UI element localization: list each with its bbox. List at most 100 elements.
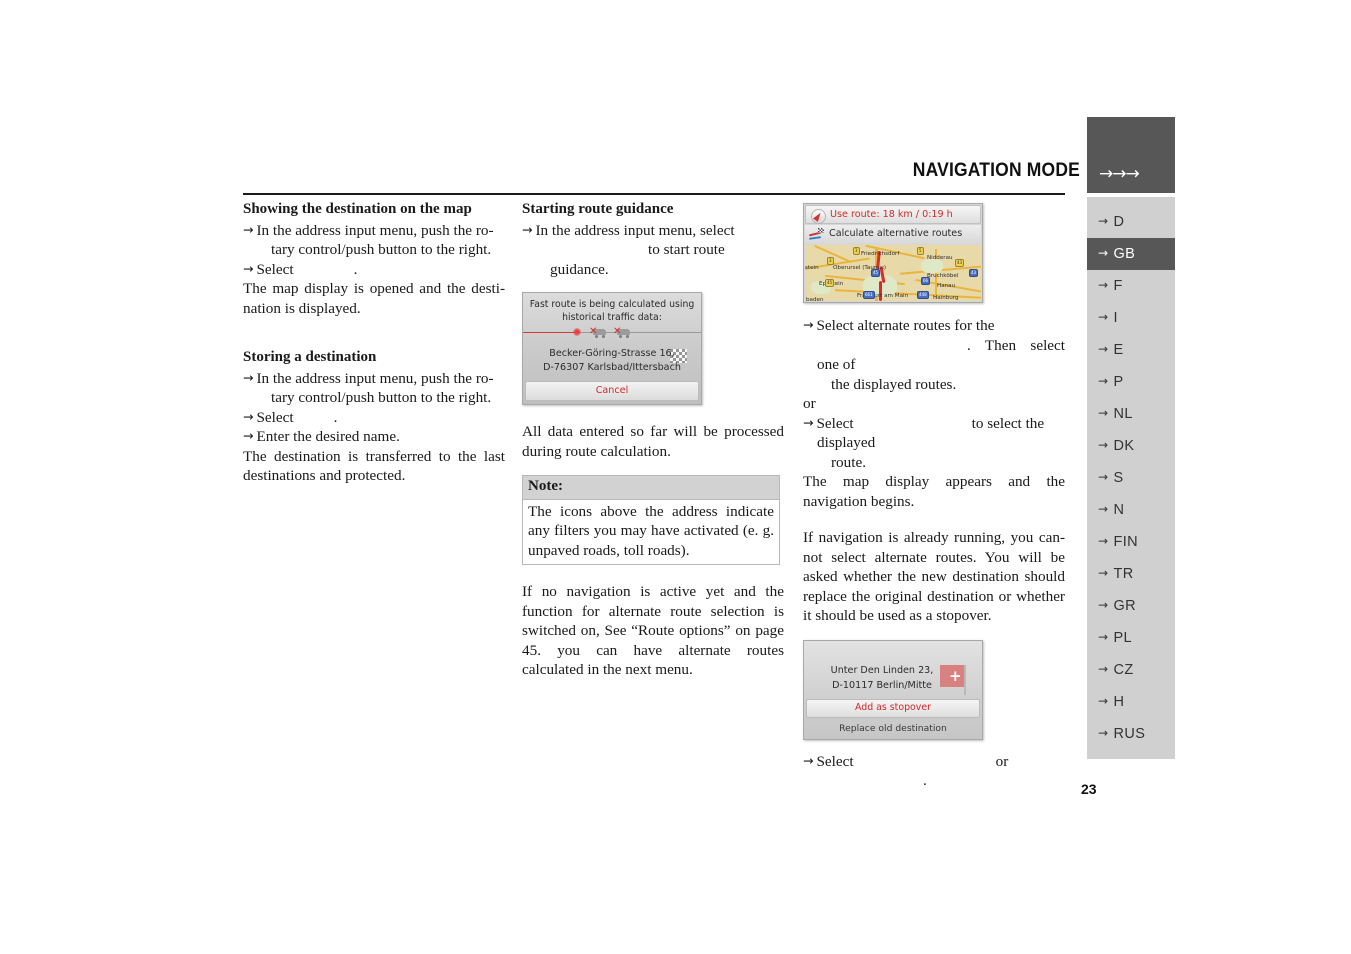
step-text-continued: to start route guidance. <box>536 240 784 279</box>
sidebar-item-dk[interactable]: → DK <box>1087 430 1175 462</box>
step-text: Select <box>256 260 294 278</box>
step-text: In the address input menu, select <box>535 221 735 239</box>
sidebar-arrow-icon: → <box>1098 470 1109 484</box>
step-text: Select <box>256 408 294 426</box>
sidebar-arrow-icon: → <box>1098 662 1109 676</box>
use-route-button[interactable]: Use route: 18 km / 0:19 h <box>805 205 981 224</box>
content-column-1: Showing the destination on the map → In t… <box>243 200 505 486</box>
sidebar-item-n[interactable]: → N <box>1087 494 1175 526</box>
step-text-continued: route. <box>831 453 867 471</box>
map-preview[interactable]: Friedrichsdorf Nidderau Oberursel (Taunu… <box>805 245 981 301</box>
calc-address-line-2: D-76307 Karlsbad/Ittersbach <box>543 362 681 373</box>
step-arrow-icon: → <box>243 428 254 443</box>
route-calculation-dialog-screenshot: Fast route is being calculated using his… <box>522 292 702 405</box>
sidebar-item-label: NL <box>1113 406 1133 422</box>
section-heading-showing-destination: Showing the destination on the map <box>243 201 472 217</box>
sidebar-item-fin[interactable]: → FIN <box>1087 526 1175 558</box>
paragraph-map-display-opened: The map display is opened and the desti-… <box>243 280 505 317</box>
step-text-continued: tary control/push button to the right. <box>271 241 492 258</box>
stopover-dialog-screenshot: + Unter Den Linden 23, D-10117 Berlin/Mi… <box>803 639 983 740</box>
step-arrow-icon: → <box>522 221 533 237</box>
sidebar-item-pl[interactable]: → PL <box>1087 622 1175 654</box>
step-push-rotary-1: → In the address input menu, push the ro-… <box>243 221 505 260</box>
sidebar-item-e[interactable]: → E <box>1087 334 1175 366</box>
step-push-rotary-2: → In the address input menu, push the ro-… <box>243 369 505 408</box>
compass-icon <box>811 209 826 224</box>
sidebar-item-rus[interactable]: → RUS <box>1087 718 1175 750</box>
replace-old-destination-button[interactable]: Replace old destination <box>806 721 980 737</box>
sidebar-item-label: I <box>1113 310 1118 326</box>
sidebar-item-label: RUS <box>1113 726 1146 742</box>
step-arrow-icon: → <box>243 408 254 424</box>
sidebar-item-p[interactable]: → P <box>1087 366 1175 398</box>
sidebar-item-i[interactable]: → I <box>1087 302 1175 334</box>
calculate-alternative-routes-button[interactable]: Calculate alternative routes <box>805 225 981 244</box>
step-select-stopover-or-replace: → Select or . <box>803 752 1065 791</box>
header-arrow-block: →→→ <box>1087 117 1175 193</box>
road-shield: 661 <box>863 291 875 299</box>
alternate-route-icon <box>808 228 824 241</box>
step-text: Select alternate routes for the <box>816 317 995 334</box>
alt-routes-label: Calculate alternative routes <box>829 228 963 239</box>
step-text-continued: . Then select one of <box>817 336 1065 375</box>
step-text-suffix: to start route guidance. <box>550 241 725 278</box>
step-arrow-icon: → <box>803 317 814 332</box>
sidebar-item-label: TR <box>1113 566 1134 582</box>
calc-line-2: historical traffic data: <box>562 312 662 323</box>
language-sidebar: → D → GB → F → I → E → P → NL → DK → S → N → FIN → TR → GR → PL → CZ →… <box>1087 197 1175 759</box>
paragraph-all-data-processed: All data entered so far will be processe… <box>522 423 784 460</box>
sidebar-arrow-icon: → <box>1098 630 1109 644</box>
progress-indicator-dot <box>573 328 581 336</box>
sidebar-item-tr[interactable]: → TR <box>1087 558 1175 590</box>
road-shield: 43 <box>955 259 965 267</box>
sidebar-item-label: S <box>1113 470 1124 486</box>
note-body: The icons above the address indicate any… <box>528 502 774 559</box>
road-shield: 66 <box>921 277 931 285</box>
page-number: 23 <box>1081 781 1097 797</box>
sidebar-item-nl[interactable]: → NL <box>1087 398 1175 430</box>
road-shield: 45 <box>825 279 835 287</box>
add-as-stopover-button[interactable]: Add as stopover <box>806 698 980 718</box>
cancel-button[interactable]: Cancel <box>525 381 699 401</box>
calc-address-line-1: Becker-Göring-Strasse 16, <box>549 348 675 359</box>
content-column-2: Starting route guidance → In the address … <box>522 200 784 680</box>
sidebar-arrow-icon: → <box>1098 566 1109 580</box>
sidebar-arrow-icon: → <box>1098 438 1109 452</box>
step-arrow-icon: → <box>243 221 254 237</box>
map-label: Nidderau <box>927 255 953 261</box>
step-select-alternate-routes: → Select alternate routes for the . Then … <box>803 316 1065 394</box>
sidebar-arrow-icon: → <box>1098 598 1109 612</box>
sidebar-item-label: D <box>1113 214 1125 230</box>
step-text-mid: or <box>995 752 1009 770</box>
step-text-suffix: . <box>353 260 358 278</box>
step-text-suffix: . <box>333 408 338 426</box>
step-start-route-guidance: → In the address input menu, select to st… <box>522 221 784 280</box>
sidebar-item-h[interactable]: → H <box>1087 686 1175 718</box>
paragraph-alternate-route-selection: If no navigation is active yet and the f… <box>522 583 784 678</box>
sidebar-arrow-icon: → <box>1098 310 1109 324</box>
no-toll-roads-icon: ✕ <box>613 326 631 338</box>
page-title: NAVIGATION MODE <box>912 160 1080 181</box>
sidebar-item-cz[interactable]: → CZ <box>1087 654 1175 686</box>
road-shield: 448 <box>917 291 929 299</box>
map-label: baden <box>806 297 824 301</box>
step-text: Select <box>816 414 854 432</box>
sidebar-item-label: PL <box>1113 630 1133 646</box>
sidebar-item-s[interactable]: → S <box>1087 462 1175 494</box>
route-selection-screenshot: Use route: 18 km / 0:19 h Calculate alte… <box>803 203 983 303</box>
step-select-displayed-route: → Select to select the displayed route. <box>803 414 1065 473</box>
header-divider <box>243 193 1065 195</box>
step-text-suffix: . <box>923 772 927 789</box>
or-label: or <box>803 395 816 412</box>
map-label: stein <box>805 265 819 271</box>
sidebar-item-gb[interactable]: → GB <box>1087 238 1175 270</box>
sidebar-item-label: GR <box>1113 598 1137 614</box>
step-text: Select <box>816 752 854 770</box>
sidebar-item-f[interactable]: → F <box>1087 270 1175 302</box>
sidebar-item-label: CZ <box>1113 662 1134 678</box>
sidebar-item-d[interactable]: → D <box>1087 206 1175 238</box>
sidebar-item-label: N <box>1113 502 1125 518</box>
sidebar-item-gr[interactable]: → GR <box>1087 590 1175 622</box>
step-text: Enter the desired name. <box>256 428 400 445</box>
sidebar-arrow-icon: → <box>1098 502 1109 516</box>
